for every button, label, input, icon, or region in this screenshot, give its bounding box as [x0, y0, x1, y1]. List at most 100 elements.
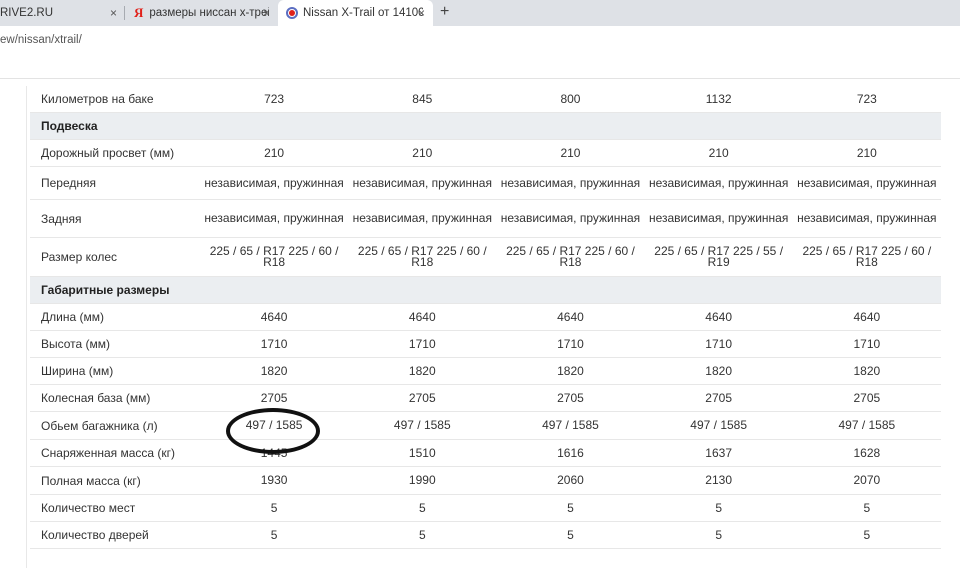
- table-cell: 4640: [408, 309, 436, 324]
- table-cell: 5: [418, 527, 426, 542]
- row-label: Ширина (мм): [41, 364, 114, 378]
- table-cell: 225 / 65 / R17 225 / 60 / R18: [506, 244, 635, 269]
- table-row: Километров на баке 723 845 800 1132 723: [30, 86, 941, 113]
- table-row: Количество мест 5 5 5 5 5: [30, 495, 941, 522]
- table-cell: 1132: [705, 91, 732, 106]
- yandex-logo-icon: Я: [134, 5, 144, 20]
- table-cell: 497 / 1585: [838, 418, 896, 432]
- tab-title: размеры ниссан х-трейл: [149, 7, 270, 19]
- table-cell: 497 / 1585: [542, 418, 599, 432]
- row-label: Передняя: [41, 176, 97, 190]
- table-cell: 2705: [705, 390, 732, 405]
- table-cell: 210: [264, 145, 285, 160]
- row-label: Полная масса (кг): [41, 473, 141, 488]
- table-cell: 5: [270, 527, 278, 542]
- tab-drive2[interactable]: RIVE2.RU ×: [0, 0, 125, 26]
- row-label: Обьем багажника (л): [41, 418, 158, 433]
- table-cell: 210: [412, 145, 433, 160]
- section-header-row: Габаритные размеры: [30, 277, 941, 304]
- table-row: Высота (мм) 1710 1710 1710 1710 1710: [30, 331, 941, 358]
- table-cell: 4640: [705, 309, 732, 324]
- table-cell: 1616: [557, 445, 584, 460]
- section-header-row: Подвеска: [30, 113, 941, 140]
- table-cell: 210: [708, 145, 729, 160]
- row-label: Высота (мм): [41, 337, 111, 351]
- table-cell: 497 / 1585: [690, 418, 748, 432]
- table-cell: 845: [412, 91, 433, 106]
- table-cell: 1710: [260, 336, 288, 351]
- table-cell: 5: [567, 527, 574, 542]
- table-cell: 1710: [705, 336, 732, 351]
- row-label: Количество дверей: [41, 528, 149, 542]
- table-cell: 4640: [853, 309, 881, 324]
- table-cell: независимая, пружинная: [352, 211, 492, 225]
- table-row: Количество дверей 5 5 5 5 5: [30, 522, 941, 549]
- table-cell: 1820: [557, 363, 584, 378]
- close-icon[interactable]: ×: [263, 6, 270, 20]
- table-cell: 1637: [705, 445, 732, 460]
- table-row: Снаряженная масса (кг) 1445 1510 1616 1637 16…: [30, 440, 941, 467]
- table-cell: независимая, пружинная: [500, 175, 641, 190]
- table-row: Дорожный просвет (мм) 210 210 210 210 210: [30, 140, 941, 167]
- table-cell: 5: [418, 500, 426, 515]
- table-cell: независимая, пружинная: [648, 211, 789, 225]
- address-bar[interactable]: ew/nissan/xtrail/: [0, 26, 960, 54]
- table-cell: 4640: [260, 309, 288, 324]
- table-cell: 2705: [408, 390, 436, 405]
- address-url: ew/nissan/xtrail/: [0, 34, 82, 46]
- table-cell: 723: [264, 91, 285, 106]
- table-cell: 1710: [853, 336, 881, 351]
- table-cell: 1710: [557, 336, 584, 351]
- table-cell: независимая, пружинная: [204, 175, 344, 190]
- table-cell: 210: [856, 145, 877, 160]
- table-row: Длина (мм) 4640 4640 4640 4640 4640: [30, 304, 941, 331]
- table-cell: 1820: [260, 363, 288, 378]
- row-label: Длина (мм): [41, 310, 104, 324]
- table-cell: независимая, пружинная: [352, 175, 492, 190]
- section-title: Габаритные размеры: [41, 283, 170, 297]
- table-cell: 5: [715, 500, 722, 515]
- table-cell: 2070: [853, 473, 881, 487]
- row-label: Задняя: [41, 211, 82, 226]
- table-cell: 225 / 65 / R17 225 / 60 / R18: [802, 244, 932, 269]
- divider: [0, 78, 960, 79]
- table-row: Размер колес 225 / 65 / R17 225 / 60 / R1…: [30, 238, 941, 277]
- row-label: Размер колес: [41, 250, 118, 264]
- table-row: Колесная база (мм) 2705 2705 2705 2705 2705: [30, 385, 941, 412]
- hand-drawn-highlight-circle: [226, 408, 320, 454]
- row-label: Километров на баке: [41, 92, 154, 106]
- table-cell: 225 / 65 / R17 225 / 55 / R19: [654, 244, 784, 269]
- table-cell: независимая, пружинная: [797, 175, 937, 190]
- table-cell: 1510: [408, 445, 436, 460]
- table-cell: независимая, пружинная: [204, 211, 344, 225]
- table-cell: 1710: [408, 336, 436, 351]
- table-cell: 210: [560, 145, 581, 160]
- table-cell: 5: [863, 527, 871, 542]
- table-cell: 497 / 1585: [393, 418, 451, 432]
- content-border: [26, 86, 27, 568]
- tab-title: RIVE2.RU: [0, 7, 54, 19]
- row-label: Колесная база (мм): [41, 391, 151, 405]
- table-cell: 1628: [853, 445, 881, 460]
- close-icon[interactable]: ×: [110, 6, 117, 20]
- table-cell: 800: [560, 91, 581, 106]
- table-cell: 5: [270, 500, 278, 515]
- table-cell: 2705: [557, 390, 584, 405]
- tab-title: Nissan X-Trail от 1410000 р: [303, 7, 423, 19]
- close-icon[interactable]: ×: [418, 6, 425, 20]
- tab-yandex-search[interactable]: Я размеры ниссан х-трейл ×: [126, 0, 276, 26]
- table-row: Ширина (мм) 1820 1820 1820 1820 1820: [30, 358, 941, 385]
- table-row: Задняя независимая, пружинная независимая,…: [30, 200, 941, 238]
- table-cell: 5: [863, 500, 871, 515]
- tab-nissan-xtrail[interactable]: Nissan X-Trail от 1410000 р ×: [278, 0, 433, 26]
- table-cell: независимая, пружинная: [797, 211, 937, 225]
- table-row: Полная масса (кг) 1930 1990 2060 2130 2070: [30, 467, 941, 495]
- new-tab-button[interactable]: +: [440, 3, 449, 21]
- table-cell: 5: [567, 500, 574, 515]
- row-label: Количество мест: [41, 501, 136, 515]
- section-title: Подвеска: [41, 119, 98, 133]
- table-cell: 4640: [557, 309, 584, 324]
- table-cell: 1930: [260, 473, 288, 487]
- table-cell: 1820: [705, 363, 732, 378]
- table-cell: 225 / 65 / R17 225 / 60 / R18: [357, 244, 487, 269]
